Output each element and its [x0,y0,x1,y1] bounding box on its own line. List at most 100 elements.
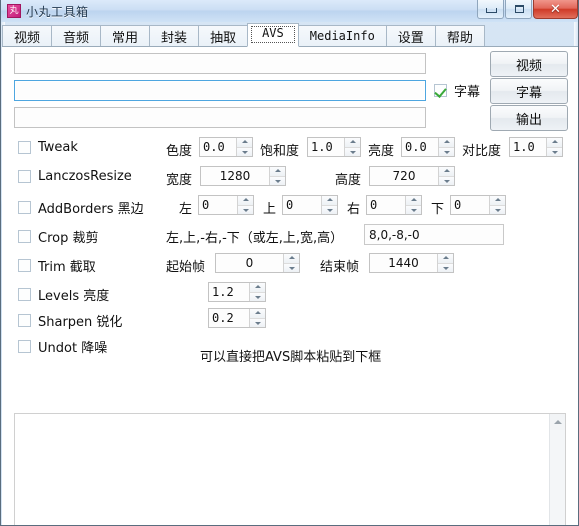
spinner-resize-height[interactable]: 720 [369,166,455,186]
tab-常用[interactable]: 常用 [100,25,150,47]
spinner-down-icon[interactable] [345,147,360,157]
maximize-button[interactable] [505,0,532,19]
spinner-trim-end[interactable]: 1440 [369,253,454,273]
spinner-tweak-saturation[interactable]: 1.0 [307,137,361,157]
filter-checkbox-addborders[interactable]: AddBorders 黑边 [18,198,144,217]
spinner-border-right[interactable]: 0 [366,195,422,215]
filter-checkbox-tweak[interactable]: Tweak [18,140,78,155]
spinner-tweak-hue[interactable]: 0.0 [199,137,253,157]
spinner-up-icon[interactable] [547,138,562,147]
spinner-down-icon[interactable] [490,205,505,215]
spinner-up-icon[interactable] [438,254,453,263]
spinner-border-top[interactable]: 0 [282,195,338,215]
tab-mediainfo[interactable]: MediaInfo [298,25,387,47]
spinner-value-trim-end: 1440 [370,254,437,272]
crop-value-input[interactable]: 8,0,-8,-0 [364,224,504,245]
spinner-resize-width[interactable]: 1280 [200,166,286,186]
spinner-trim-start[interactable]: 0 [215,253,300,273]
spinner-buttons-sharpen[interactable] [249,309,265,327]
filter-checkbox-crop[interactable]: Crop 裁剪 [18,227,98,246]
tab-设置[interactable]: 设置 [386,25,436,47]
spinner-down-icon[interactable] [406,205,421,215]
spinner-value-border-right: 0 [367,196,405,214]
spinner-up-icon[interactable] [439,167,454,176]
spinner-value-border-left: 0 [199,196,237,214]
spinner-down-icon[interactable] [322,205,337,215]
spinner-down-icon[interactable] [237,147,252,157]
spinner-buttons-trim-end[interactable] [437,254,453,272]
tab-视频[interactable]: 视频 [2,25,52,47]
spinner-down-icon[interactable] [439,147,454,157]
spinner-buttons-tweak-hue[interactable] [236,138,252,156]
spinner-down-icon[interactable] [238,205,253,215]
spinner-buttons-border-bottom[interactable] [489,196,505,214]
spinner-up-icon[interactable] [250,309,265,318]
spinner-up-icon[interactable] [237,138,252,147]
scroll-up-icon[interactable] [550,414,565,430]
spinner-border-bottom[interactable]: 0 [450,195,506,215]
title-bar[interactable]: 小丸工具箱 ✕ [1,0,579,22]
filter-checkbox-lanczosresize[interactable]: LanczosResize [18,169,132,184]
label-resize-height: 高度 [335,169,361,188]
label-tweak-brightness: 亮度 [368,140,394,159]
close-button[interactable]: ✕ [533,0,578,19]
filter-checkbox-levels[interactable]: Levels 亮度 [18,285,109,304]
spinner-buttons-trim-start[interactable] [283,254,299,272]
filter-checkbox-trim[interactable]: Trim 截取 [18,256,96,275]
spinner-up-icon[interactable] [406,196,421,205]
video-browse-button[interactable]: 视频 [490,51,568,77]
spinner-down-icon[interactable] [439,176,454,186]
output-path-row [14,107,426,128]
spinner-up-icon[interactable] [270,167,285,176]
video-path-input[interactable] [14,53,426,74]
spinner-tweak-brightness[interactable]: 0.0 [401,137,455,157]
subtitle-enable-checkbox[interactable]: 字幕 [434,81,480,100]
avs-script-scrollbar[interactable] [549,414,565,525]
window-title: 小丸工具箱 [26,3,89,20]
spinner-up-icon[interactable] [439,138,454,147]
label-tweak-hue: 色度 [166,140,192,159]
filter-checkbox-undot[interactable]: Undot 降噪 [18,337,107,356]
minimize-button[interactable] [477,0,504,19]
spinner-down-icon[interactable] [438,263,453,273]
spinner-buttons-resize-height[interactable] [438,167,454,185]
spinner-tweak-contrast[interactable]: 1.0 [509,137,563,157]
spinner-buttons-border-left[interactable] [237,196,253,214]
spinner-border-left[interactable]: 0 [198,195,254,215]
spinner-levels[interactable]: 1.2 [208,282,266,302]
spinner-up-icon[interactable] [490,196,505,205]
spinner-up-icon[interactable] [345,138,360,147]
output-path-input[interactable] [14,107,426,128]
output-browse-button[interactable]: 输出 [490,105,568,131]
subtitle-path-input[interactable] [14,80,426,101]
spinner-buttons-tweak-brightness[interactable] [438,138,454,156]
spinner-up-icon[interactable] [250,283,265,292]
tab-音频[interactable]: 音频 [51,25,101,47]
spinner-buttons-border-right[interactable] [405,196,421,214]
avs-script-text[interactable] [15,414,549,525]
spinner-down-icon[interactable] [250,318,265,328]
checkbox-box-levels [18,288,31,301]
spinner-buttons-tweak-saturation[interactable] [344,138,360,156]
spinner-down-icon[interactable] [250,292,265,302]
spinner-down-icon[interactable] [284,263,299,273]
tab-抽取[interactable]: 抽取 [198,25,248,47]
checkbox-box-addborders [18,201,31,214]
tab-封装[interactable]: 封装 [149,25,199,47]
spinner-buttons-tweak-contrast[interactable] [546,138,562,156]
tab-帮助[interactable]: 帮助 [435,25,485,47]
spinner-down-icon[interactable] [547,147,562,157]
spinner-down-icon[interactable] [270,176,285,186]
spinner-buttons-levels[interactable] [249,283,265,301]
tab-avs[interactable]: AVS [247,23,299,47]
spinner-buttons-resize-width[interactable] [269,167,285,185]
spinner-up-icon[interactable] [284,254,299,263]
spinner-sharpen[interactable]: 0.2 [208,308,266,328]
spinner-up-icon[interactable] [322,196,337,205]
tab-label: 抽取 [210,27,236,46]
spinner-buttons-border-top[interactable] [321,196,337,214]
avs-script-area[interactable] [14,413,566,525]
subtitle-browse-button[interactable]: 字幕 [490,78,568,104]
filter-checkbox-sharpen[interactable]: Sharpen 锐化 [18,311,122,330]
spinner-up-icon[interactable] [238,196,253,205]
